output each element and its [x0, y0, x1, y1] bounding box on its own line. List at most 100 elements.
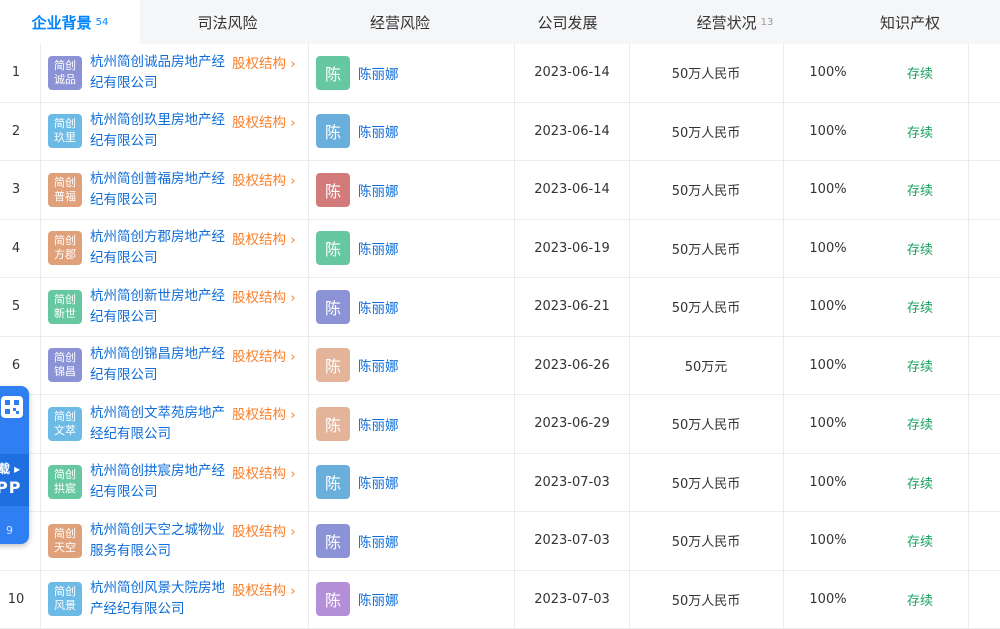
tab-business-status[interactable]: 经营状况 13 [650, 0, 820, 44]
column-divider [514, 337, 515, 395]
column-divider [40, 278, 41, 336]
company-name-link[interactable]: 杭州简创普福房地产经纪有限公司 [90, 169, 230, 211]
equity-structure-link[interactable]: 股权结构 › [232, 111, 296, 131]
company-cell: 简创文萃杭州简创文萃苑房地产经纪有限公司股权结构 › [44, 395, 306, 453]
column-divider [968, 278, 969, 336]
tab-count: 54 [96, 17, 109, 28]
legal-rep-link[interactable]: 陈丽娜 [358, 297, 399, 317]
company-cell: 简创拱宸杭州简创拱宸房地产经纪有限公司股权结构 › [44, 454, 306, 512]
legal-rep-link[interactable]: 陈丽娜 [358, 589, 399, 609]
column-divider [514, 161, 515, 219]
column-divider [968, 103, 969, 161]
table-row: 8简创拱宸杭州简创拱宸房地产经纪有限公司股权结构 ›陈陈丽娜2023-07-03… [0, 454, 1000, 513]
holding-ratio: 100% [784, 220, 872, 278]
company-logo: 简创风景 [48, 582, 82, 616]
avatar: 陈 [316, 290, 350, 324]
column-divider [968, 220, 969, 278]
equity-structure-link[interactable]: 股权结构 › [232, 403, 296, 423]
column-divider [968, 395, 969, 453]
tab-company-development[interactable]: 公司发展 [485, 0, 650, 44]
column-divider [40, 44, 41, 102]
logo-text-top: 简创 [54, 410, 76, 424]
logo-text-bottom: 诚品 [54, 73, 76, 87]
column-divider [514, 44, 515, 102]
column-divider [968, 512, 969, 570]
company-name-link[interactable]: 杭州简创新世房地产经纪有限公司 [90, 286, 230, 328]
logo-text-top: 简创 [54, 585, 76, 599]
legal-rep-link[interactable]: 陈丽娜 [358, 531, 399, 551]
tab-intellectual-property[interactable]: 知识产权 [820, 0, 1000, 44]
company-cell: 简创方郡杭州简创方郡房地产经纪有限公司股权结构 › [44, 220, 306, 278]
registered-capital: 50万人民币 [630, 395, 782, 453]
company-name-link[interactable]: 杭州简创诚品房地产经纪有限公司 [90, 52, 230, 94]
app-download-widget[interactable]: 载 ▸ PP 9 [0, 386, 29, 544]
column-divider [968, 571, 969, 629]
qr-code-icon [1, 396, 23, 418]
status-badge: 存续 [872, 220, 968, 278]
tab-judicial-risk[interactable]: 司法风险 [140, 0, 315, 44]
widget-badge: 9 [6, 524, 13, 537]
column-divider [308, 395, 309, 453]
column-divider [40, 395, 41, 453]
equity-structure-link[interactable]: 股权结构 › [232, 286, 296, 306]
registered-capital: 50万人民币 [630, 454, 782, 512]
table-row: 4简创方郡杭州简创方郡房地产经纪有限公司股权结构 ›陈陈丽娜2023-06-19… [0, 220, 1000, 279]
table-row: 5简创新世杭州简创新世房地产经纪有限公司股权结构 ›陈陈丽娜2023-06-21… [0, 278, 1000, 337]
equity-structure-link[interactable]: 股权结构 › [232, 462, 296, 482]
column-divider [968, 454, 969, 512]
avatar: 陈 [316, 524, 350, 558]
table-row: 2简创玖里杭州简创玖里房地产经纪有限公司股权结构 ›陈陈丽娜2023-06-14… [0, 103, 1000, 162]
equity-structure-link[interactable]: 股权结构 › [232, 520, 296, 540]
row-index: 1 [0, 44, 32, 102]
company-cell: 简创锦昌杭州简创锦昌房地产经纪有限公司股权结构 › [44, 337, 306, 395]
logo-text-top: 简创 [54, 293, 76, 307]
establish-date: 2023-06-26 [516, 337, 628, 395]
legal-rep-link[interactable]: 陈丽娜 [358, 472, 399, 492]
equity-structure-link[interactable]: 股权结构 › [232, 228, 296, 248]
holding-ratio: 100% [784, 395, 872, 453]
column-divider [308, 571, 309, 629]
company-name-link[interactable]: 杭州简创文萃苑房地产经纪有限公司 [90, 403, 230, 445]
equity-structure-link[interactable]: 股权结构 › [232, 52, 296, 72]
column-divider [514, 278, 515, 336]
company-name-link[interactable]: 杭州简创方郡房地产经纪有限公司 [90, 227, 230, 269]
column-divider [40, 103, 41, 161]
column-divider [40, 220, 41, 278]
company-logo: 简创新世 [48, 290, 82, 324]
logo-text-top: 简创 [54, 351, 76, 365]
column-divider [308, 220, 309, 278]
avatar: 陈 [316, 114, 350, 148]
legal-rep-link[interactable]: 陈丽娜 [358, 355, 399, 375]
establish-date: 2023-06-14 [516, 44, 628, 102]
tab-enterprise-background[interactable]: 企业背景 54 [0, 0, 140, 44]
company-cell: 简创天空杭州简创天空之城物业服务有限公司股权结构 › [44, 512, 306, 570]
holding-ratio: 100% [784, 512, 872, 570]
company-name-link[interactable]: 杭州简创天空之城物业服务有限公司 [90, 520, 230, 562]
company-name-link[interactable]: 杭州简创风景大院房地产经纪有限公司 [90, 578, 230, 620]
company-name-link[interactable]: 杭州简创拱宸房地产经纪有限公司 [90, 461, 230, 503]
company-name-link[interactable]: 杭州简创锦昌房地产经纪有限公司 [90, 344, 230, 386]
column-divider [968, 161, 969, 219]
equity-structure-link[interactable]: 股权结构 › [232, 169, 296, 189]
legal-rep-link[interactable]: 陈丽娜 [358, 121, 399, 141]
column-divider [968, 337, 969, 395]
company-logo: 简创文萃 [48, 407, 82, 441]
legal-rep-link[interactable]: 陈丽娜 [358, 414, 399, 434]
equity-structure-link[interactable]: 股权结构 › [232, 345, 296, 365]
legal-rep-link[interactable]: 陈丽娜 [358, 238, 399, 258]
company-logo: 简创诚品 [48, 56, 82, 90]
logo-text-bottom: 拱宸 [54, 482, 76, 496]
legal-rep-link[interactable]: 陈丽娜 [358, 180, 399, 200]
row-index: 5 [0, 278, 32, 336]
company-name-link[interactable]: 杭州简创玖里房地产经纪有限公司 [90, 110, 230, 152]
tab-label: 公司发展 [537, 12, 597, 33]
tab-operating-risk[interactable]: 经营风险 [315, 0, 485, 44]
legal-rep-link[interactable]: 陈丽娜 [358, 63, 399, 83]
tab-bar: 企业背景 54 司法风险 经营风险 公司发展 经营状况 13 知识产权 [0, 0, 1000, 44]
column-divider [308, 512, 309, 570]
download-label: 载 ▸ [0, 460, 20, 477]
column-divider [308, 161, 309, 219]
holding-ratio: 100% [784, 278, 872, 336]
avatar: 陈 [316, 407, 350, 441]
company-cell: 简创诚品杭州简创诚品房地产经纪有限公司股权结构 › [44, 44, 306, 102]
